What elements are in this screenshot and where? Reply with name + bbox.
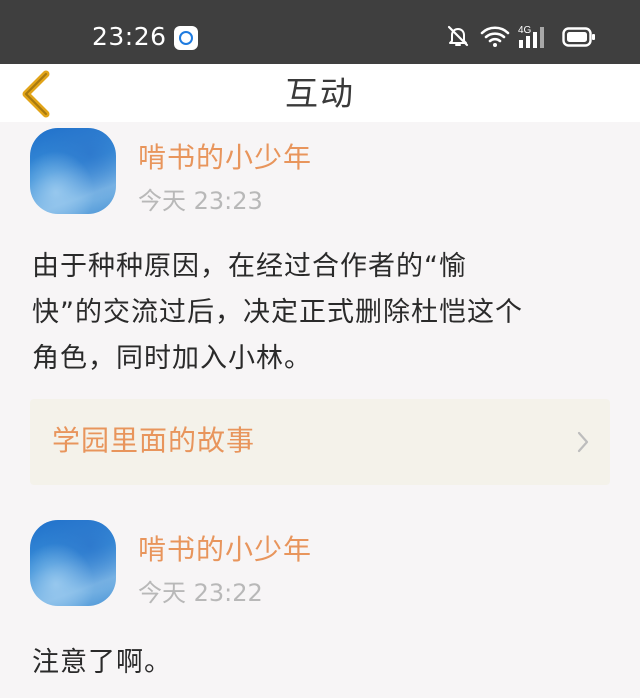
story-link-card[interactable]: 学园里面的故事 bbox=[30, 399, 610, 485]
wifi-icon bbox=[480, 26, 510, 47]
battery-icon bbox=[562, 27, 595, 47]
user-name[interactable]: 啃书的小少年 bbox=[138, 533, 312, 567]
app-notification-icon bbox=[174, 26, 198, 50]
story-title: 学园里面的故事 bbox=[52, 424, 256, 457]
mute-icon bbox=[447, 25, 469, 47]
header: 互动 bbox=[0, 64, 640, 122]
network-type-label: 4G bbox=[518, 25, 532, 36]
status-bar: 23:26 4G bbox=[0, 0, 640, 64]
post-text-line: 注意了啊。 bbox=[32, 647, 172, 678]
post-time: 今天 23:23 bbox=[138, 187, 263, 215]
post-text-line: 由于种种原因，在经过合作者的“愉 bbox=[32, 251, 467, 282]
avatar[interactable] bbox=[30, 520, 116, 606]
signal-icon: 4G bbox=[518, 25, 544, 48]
avatar[interactable] bbox=[30, 128, 116, 214]
post-text-line: 角色，同时加入小林。 bbox=[32, 343, 312, 374]
user-name[interactable]: 啃书的小少年 bbox=[138, 141, 312, 175]
post-text-line: 快”的交流过后，决定正式删除杜恺这个 bbox=[32, 297, 523, 328]
page-title: 互动 bbox=[285, 74, 355, 113]
status-time: 23:26 bbox=[92, 22, 167, 51]
chevron-right-icon bbox=[577, 431, 589, 453]
post-time: 今天 23:22 bbox=[138, 579, 263, 607]
